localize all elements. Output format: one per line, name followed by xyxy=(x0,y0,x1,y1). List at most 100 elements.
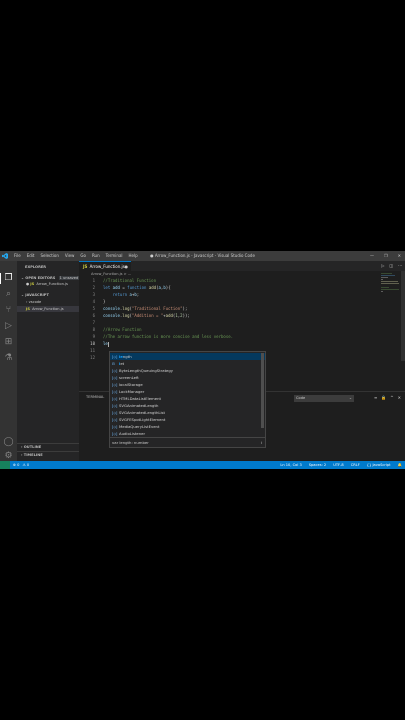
menu-view[interactable]: View xyxy=(65,251,75,261)
line-number: 9 xyxy=(92,334,95,339)
minimap[interactable] xyxy=(381,273,399,313)
suggestion-item[interactable]: [◇] SVGFESpotLightElement xyxy=(110,416,265,423)
suggestion-label: SVGAnimatedLengthList xyxy=(119,410,166,415)
maximize-icon[interactable]: ❐ xyxy=(384,251,388,261)
chevron-down-icon: ⌄ xyxy=(348,396,352,400)
chevron-down-icon: ⌄ xyxy=(21,276,25,280)
tab-terminal[interactable]: TERMINAL xyxy=(86,395,104,399)
menu-selection[interactable]: Selection xyxy=(40,251,58,261)
code-line[interactable]: 1 //Traditional Function xyxy=(79,277,405,284)
suggestion-label: HTMLDataListElement xyxy=(119,396,161,401)
line-ending[interactable]: CRLF xyxy=(351,461,360,469)
editor-tabs: JS Arrow_Function.js ● ▷ ◫ ··· xyxy=(79,261,405,271)
line-number: 5 xyxy=(92,306,95,311)
tab-arrow-function[interactable]: JS Arrow_Function.js ● xyxy=(79,261,131,271)
close-icon[interactable]: ✕ xyxy=(398,251,401,261)
split-editor-icon[interactable]: ◫ xyxy=(389,261,393,271)
panel-actions: ≡ 🔒 ^ ✕ xyxy=(374,395,401,400)
editor-scrollbar[interactable] xyxy=(401,271,405,361)
testing-icon[interactable]: ⚗ xyxy=(3,353,14,364)
folder-section[interactable]: ⌄ JAVASCRIPT xyxy=(17,292,83,298)
chevron-right-icon: › xyxy=(21,445,23,449)
menu-run[interactable]: Run xyxy=(92,251,100,261)
close-panel-icon[interactable]: ✕ xyxy=(398,395,401,400)
cursor-position[interactable]: Ln 10, Col 3 xyxy=(280,461,301,469)
notifications-icon[interactable]: 🔔 xyxy=(398,461,402,469)
suggestion-item[interactable]: [◇] SVGAnimatedLength xyxy=(110,402,265,409)
window-controls: — ❐ ✕ xyxy=(370,251,401,261)
code-line[interactable]: 5 console.log("Traditional Fuction"); xyxy=(79,305,405,312)
explorer-title: EXPLORER ··· xyxy=(17,264,87,270)
run-icon[interactable]: ▷ xyxy=(381,261,384,271)
language-mode[interactable]: {} JavaScript xyxy=(367,461,391,469)
open-editor-item[interactable]: ● JS Arrow_Function.js xyxy=(17,281,88,287)
suggestion-match: l xyxy=(119,361,121,366)
explorer-icon[interactable]: ❐ xyxy=(3,273,14,284)
js-file-icon: JS xyxy=(30,282,35,286)
line-number: 3 xyxy=(92,292,95,297)
outline-section[interactable]: › OUTLINE xyxy=(17,443,83,450)
errors-count[interactable]: ⊗ 0 xyxy=(13,461,19,469)
suggestion-item[interactable]: [◇] HTMLDataListElement xyxy=(110,395,265,402)
suggestion-detail: var length: number i xyxy=(110,437,265,447)
suggestion-label: screenLeft xyxy=(119,375,139,380)
code-text: //The arrow function is more concise and… xyxy=(103,334,234,339)
info-icon[interactable]: i xyxy=(261,438,262,448)
menu-file[interactable]: File xyxy=(14,251,21,261)
menu-help[interactable]: Help xyxy=(129,251,138,261)
tree-item-vscode[interactable]: › vscode xyxy=(17,299,88,305)
code-text: le xyxy=(103,341,109,347)
explorer-sidebar: EXPLORER ··· ⌄ OPEN EDITORS 1 unsaved ● … xyxy=(17,261,88,461)
code-text: return a+b; xyxy=(112,292,140,297)
suggestion-item[interactable]: [◇] AudioListener xyxy=(110,430,265,437)
encoding[interactable]: UTF-8 xyxy=(333,461,343,469)
suggestion-item[interactable]: [◇] localStorage xyxy=(110,381,265,388)
run-debug-icon[interactable]: ▷ xyxy=(3,321,14,332)
maximize-panel-icon[interactable]: ^ xyxy=(390,395,393,400)
line-number: 4 xyxy=(92,299,95,304)
code-line[interactable]: 9 //The arrow function is more concise an… xyxy=(79,333,405,340)
code-line[interactable]: 4} xyxy=(79,298,405,305)
search-icon[interactable]: ⌕ xyxy=(3,289,14,300)
suggestion-item[interactable]: [◇] screenLeft xyxy=(110,374,265,381)
account-icon[interactable]: ◯ xyxy=(3,437,14,448)
suggestion-item[interactable]: [◇] MediaQueryListEvent xyxy=(110,423,265,430)
tree-item-arrow-function[interactable]: JS Arrow_Function.js xyxy=(17,306,88,312)
extensions-icon[interactable]: ⊞ xyxy=(3,337,14,348)
code-line[interactable]: 7 xyxy=(79,319,405,326)
warnings-count[interactable]: ⚠ 0 xyxy=(22,461,29,469)
vscode-window: File Edit Selection View Go Run Terminal Help ●… xyxy=(0,251,405,469)
suggestion-item[interactable]: [◇] length xyxy=(110,353,265,360)
more-actions-icon[interactable]: ··· xyxy=(398,261,402,271)
clear-output-icon[interactable]: ≡ xyxy=(374,395,377,400)
menu-edit[interactable]: Edit xyxy=(27,251,35,261)
code-text: //Traditional Function xyxy=(103,278,156,283)
line-number: 11 xyxy=(90,348,95,353)
line-number: 2 xyxy=(92,285,95,290)
suggestion-item[interactable]: [◇] SVGAnimatedLengthList xyxy=(110,409,265,416)
line-number: 1 xyxy=(92,278,95,283)
code-line[interactable]: 6 console.log("Addition = "+add(1,2)); xyxy=(79,312,405,319)
indentation[interactable]: Spaces: 2 xyxy=(309,461,326,469)
source-control-icon[interactable]: ⑂ xyxy=(3,305,14,316)
js-file-icon: JS xyxy=(26,307,30,311)
code-line[interactable]: 10 le xyxy=(79,340,405,347)
remote-indicator[interactable] xyxy=(0,461,10,469)
menu-go[interactable]: Go xyxy=(80,251,86,261)
timeline-section[interactable]: › TIMELINE xyxy=(17,451,83,458)
code-line[interactable]: 8 //Arrow Function xyxy=(79,326,405,333)
suggestion-scrollbar[interactable] xyxy=(261,353,264,428)
suggestion-label: SVGAnimatedLength xyxy=(119,403,159,408)
lock-scroll-icon[interactable]: 🔒 xyxy=(381,395,386,400)
suggestion-match: le xyxy=(119,354,123,359)
suggestion-item[interactable]: [◇] LockManager xyxy=(110,388,265,395)
output-channel-select[interactable]: Code ⌄ xyxy=(294,395,354,402)
suggestion-item[interactable]: ⊟ let xyxy=(110,360,265,367)
minimize-icon[interactable]: — xyxy=(370,251,374,261)
suggestion-item[interactable]: [◇] ByteLengthQueuingStrategy xyxy=(110,367,265,374)
code-line[interactable]: 3 return a+b; xyxy=(79,291,405,298)
chevron-right-icon: › xyxy=(21,453,23,457)
close-icon[interactable]: ● xyxy=(26,282,29,286)
menu-terminal[interactable]: Terminal xyxy=(106,251,123,261)
code-line[interactable]: 2 let add = function add(a,b){ xyxy=(79,284,405,291)
